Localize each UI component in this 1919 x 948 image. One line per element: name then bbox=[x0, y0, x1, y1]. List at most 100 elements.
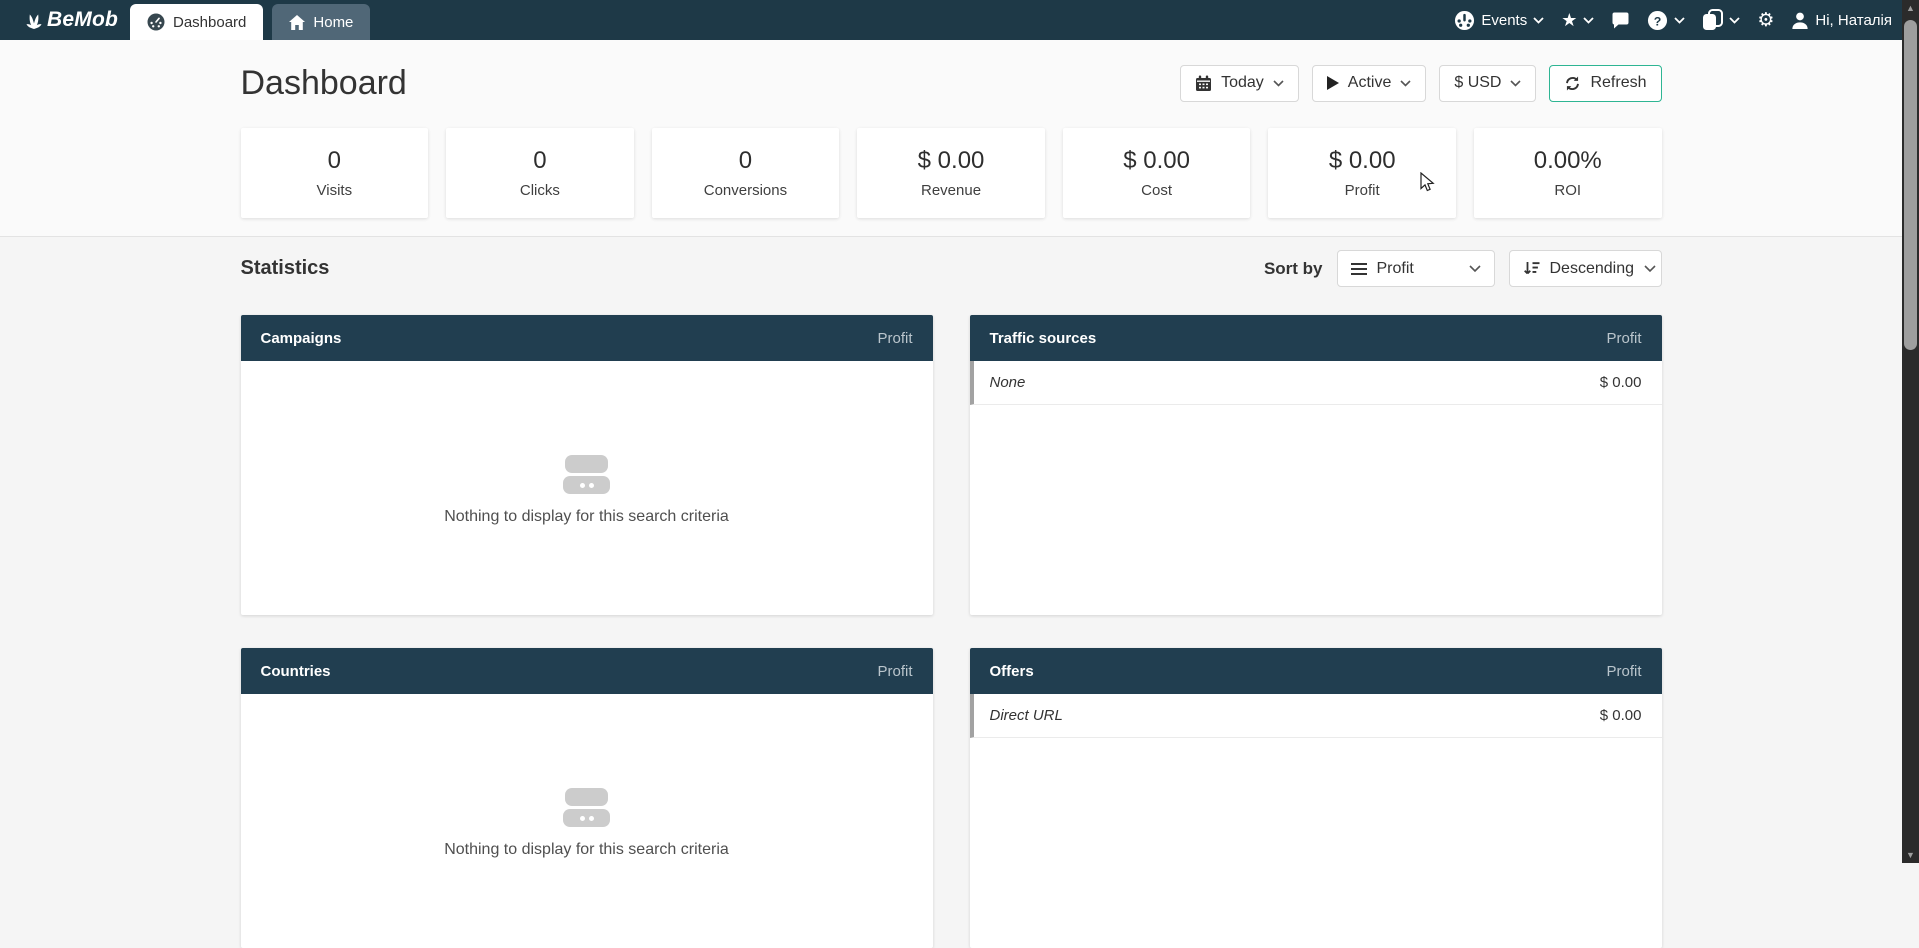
card-value: 0 bbox=[533, 147, 546, 175]
sort-by-label: Sort by bbox=[1264, 259, 1323, 279]
chevron-down-icon bbox=[1644, 265, 1656, 273]
card-label: Profit bbox=[1345, 182, 1380, 199]
sort-direction-value: Descending bbox=[1550, 260, 1635, 278]
gear-icon: ⚙ bbox=[1757, 11, 1774, 30]
chevron-down-icon bbox=[1533, 17, 1544, 24]
mouse-cursor bbox=[1420, 172, 1436, 194]
vertical-scrollbar[interactable]: ▲ ▼ bbox=[1902, 0, 1919, 863]
panel-metric-header[interactable]: Profit bbox=[1606, 663, 1641, 680]
card-label: Revenue bbox=[921, 182, 981, 199]
events-menu[interactable]: Events bbox=[1454, 10, 1544, 31]
favorites-menu[interactable]: ★ bbox=[1561, 11, 1594, 29]
card-value: $ 0.00 bbox=[1123, 147, 1190, 175]
chevron-down-icon bbox=[1273, 80, 1284, 87]
scrollbar-thumb[interactable] bbox=[1904, 20, 1917, 350]
user-icon bbox=[1791, 11, 1809, 30]
row-label: None bbox=[990, 374, 1026, 391]
panel-metric-header[interactable]: Profit bbox=[877, 663, 912, 680]
card-label: ROI bbox=[1554, 182, 1581, 199]
card-label: Conversions bbox=[704, 182, 787, 199]
speedometer-icon bbox=[147, 13, 165, 31]
row-value: $ 0.00 bbox=[1600, 707, 1642, 724]
card-value: 0 bbox=[739, 147, 752, 175]
events-gauge-icon bbox=[1454, 10, 1475, 31]
statistics-heading: Statistics bbox=[241, 257, 330, 280]
user-greeting: Hi, Наталія bbox=[1815, 12, 1892, 29]
card-label: Visits bbox=[317, 182, 353, 199]
chevron-down-icon bbox=[1583, 17, 1594, 24]
sort-direction-dropdown[interactable]: Descending bbox=[1509, 250, 1662, 287]
summary-cards: 0 Visits 0 Clicks 0 Conversions $ 0.00 R… bbox=[241, 128, 1662, 218]
card-revenue: $ 0.00 Revenue bbox=[857, 128, 1045, 218]
refresh-label: Refresh bbox=[1590, 74, 1646, 92]
empty-state: Nothing to display for this search crite… bbox=[241, 455, 933, 526]
help-menu[interactable]: ? bbox=[1647, 10, 1685, 31]
card-label: Clicks bbox=[520, 182, 560, 199]
list-icon bbox=[1351, 263, 1367, 275]
tab-home[interactable]: Home bbox=[272, 4, 370, 40]
date-range-button[interactable]: Today bbox=[1180, 65, 1299, 102]
tab-dashboard-label: Dashboard bbox=[173, 14, 246, 31]
card-conversions: 0 Conversions bbox=[652, 128, 840, 218]
status-filter-button[interactable]: Active bbox=[1312, 65, 1427, 102]
svg-text:?: ? bbox=[1654, 14, 1662, 28]
panel-title: Traffic sources bbox=[990, 330, 1097, 347]
empty-state-text: Nothing to display for this search crite… bbox=[241, 841, 933, 859]
home-icon bbox=[289, 15, 305, 30]
card-visits: 0 Visits bbox=[241, 128, 429, 218]
chat-bubble-icon bbox=[1611, 11, 1630, 30]
empty-data-icon bbox=[563, 455, 610, 494]
feedback-button[interactable] bbox=[1611, 11, 1630, 30]
currency-label: $ USD bbox=[1454, 74, 1501, 92]
panel-metric-header[interactable]: Profit bbox=[1606, 330, 1641, 347]
card-value: $ 0.00 bbox=[1329, 147, 1396, 175]
table-row[interactable]: Direct URL $ 0.00 bbox=[970, 694, 1662, 738]
panel-metric-header[interactable]: Profit bbox=[877, 330, 912, 347]
sort-field-dropdown[interactable]: Profit bbox=[1337, 250, 1495, 287]
top-bar: BeMob Dashboard Home Events bbox=[0, 0, 1902, 40]
card-value: 0.00% bbox=[1534, 147, 1602, 175]
empty-data-icon bbox=[563, 788, 610, 827]
date-range-label: Today bbox=[1221, 74, 1264, 92]
empty-state: Nothing to display for this search crite… bbox=[241, 788, 933, 859]
card-value: $ 0.00 bbox=[918, 147, 985, 175]
dashboard-header-section: Dashboard Today Active bbox=[0, 40, 1902, 237]
scrollbar-down-arrow[interactable]: ▼ bbox=[1902, 847, 1919, 863]
app-page: BeMob Dashboard Home Events bbox=[0, 0, 1902, 863]
question-circle-icon: ? bbox=[1647, 10, 1668, 31]
user-menu[interactable]: Hi, Наталія bbox=[1791, 11, 1892, 30]
events-label: Events bbox=[1481, 12, 1527, 29]
header-toolbar: Today Active $ USD bbox=[1180, 65, 1661, 102]
settings-button[interactable]: ⚙ bbox=[1757, 11, 1774, 30]
card-clicks: 0 Clicks bbox=[446, 128, 634, 218]
table-row[interactable]: None $ 0.00 bbox=[970, 361, 1662, 405]
sort-controls: Sort by Profit Descending bbox=[1264, 250, 1662, 287]
currency-button[interactable]: $ USD bbox=[1439, 65, 1536, 102]
bemob-logo[interactable]: BeMob bbox=[24, 8, 130, 32]
page-title: Dashboard bbox=[241, 64, 407, 103]
row-label: Direct URL bbox=[990, 707, 1063, 724]
panel-countries: Countries Profit Nothing to display for … bbox=[241, 648, 933, 948]
card-cost: $ 0.00 Cost bbox=[1063, 128, 1251, 218]
card-roi: 0.00% ROI bbox=[1474, 128, 1662, 218]
tab-home-label: Home bbox=[313, 14, 353, 31]
sort-field-value: Profit bbox=[1377, 260, 1414, 278]
top-nav: Events ★ ? bbox=[1454, 9, 1902, 31]
statistics-section: Statistics Sort by Profit Des bbox=[0, 237, 1902, 948]
panel-title: Campaigns bbox=[261, 330, 342, 347]
chevron-down-icon bbox=[1729, 17, 1740, 24]
empty-state-text: Nothing to display for this search crite… bbox=[241, 508, 933, 526]
news-menu[interactable] bbox=[1702, 9, 1740, 31]
tab-strip: Dashboard Home bbox=[130, 4, 370, 40]
tab-dashboard[interactable]: Dashboard bbox=[130, 4, 263, 40]
sort-descending-icon bbox=[1523, 261, 1540, 276]
status-filter-label: Active bbox=[1348, 74, 1392, 92]
documents-icon bbox=[1702, 9, 1723, 31]
chevron-down-icon bbox=[1400, 80, 1411, 87]
refresh-button[interactable]: Refresh bbox=[1549, 65, 1661, 102]
panel-traffic-sources: Traffic sources Profit None $ 0.00 bbox=[970, 315, 1662, 615]
statistics-panels: Campaigns Profit Nothing to display for … bbox=[241, 315, 1662, 948]
play-icon bbox=[1327, 76, 1339, 90]
scrollbar-up-arrow[interactable]: ▲ bbox=[1902, 0, 1919, 16]
chevron-down-icon bbox=[1674, 17, 1685, 24]
